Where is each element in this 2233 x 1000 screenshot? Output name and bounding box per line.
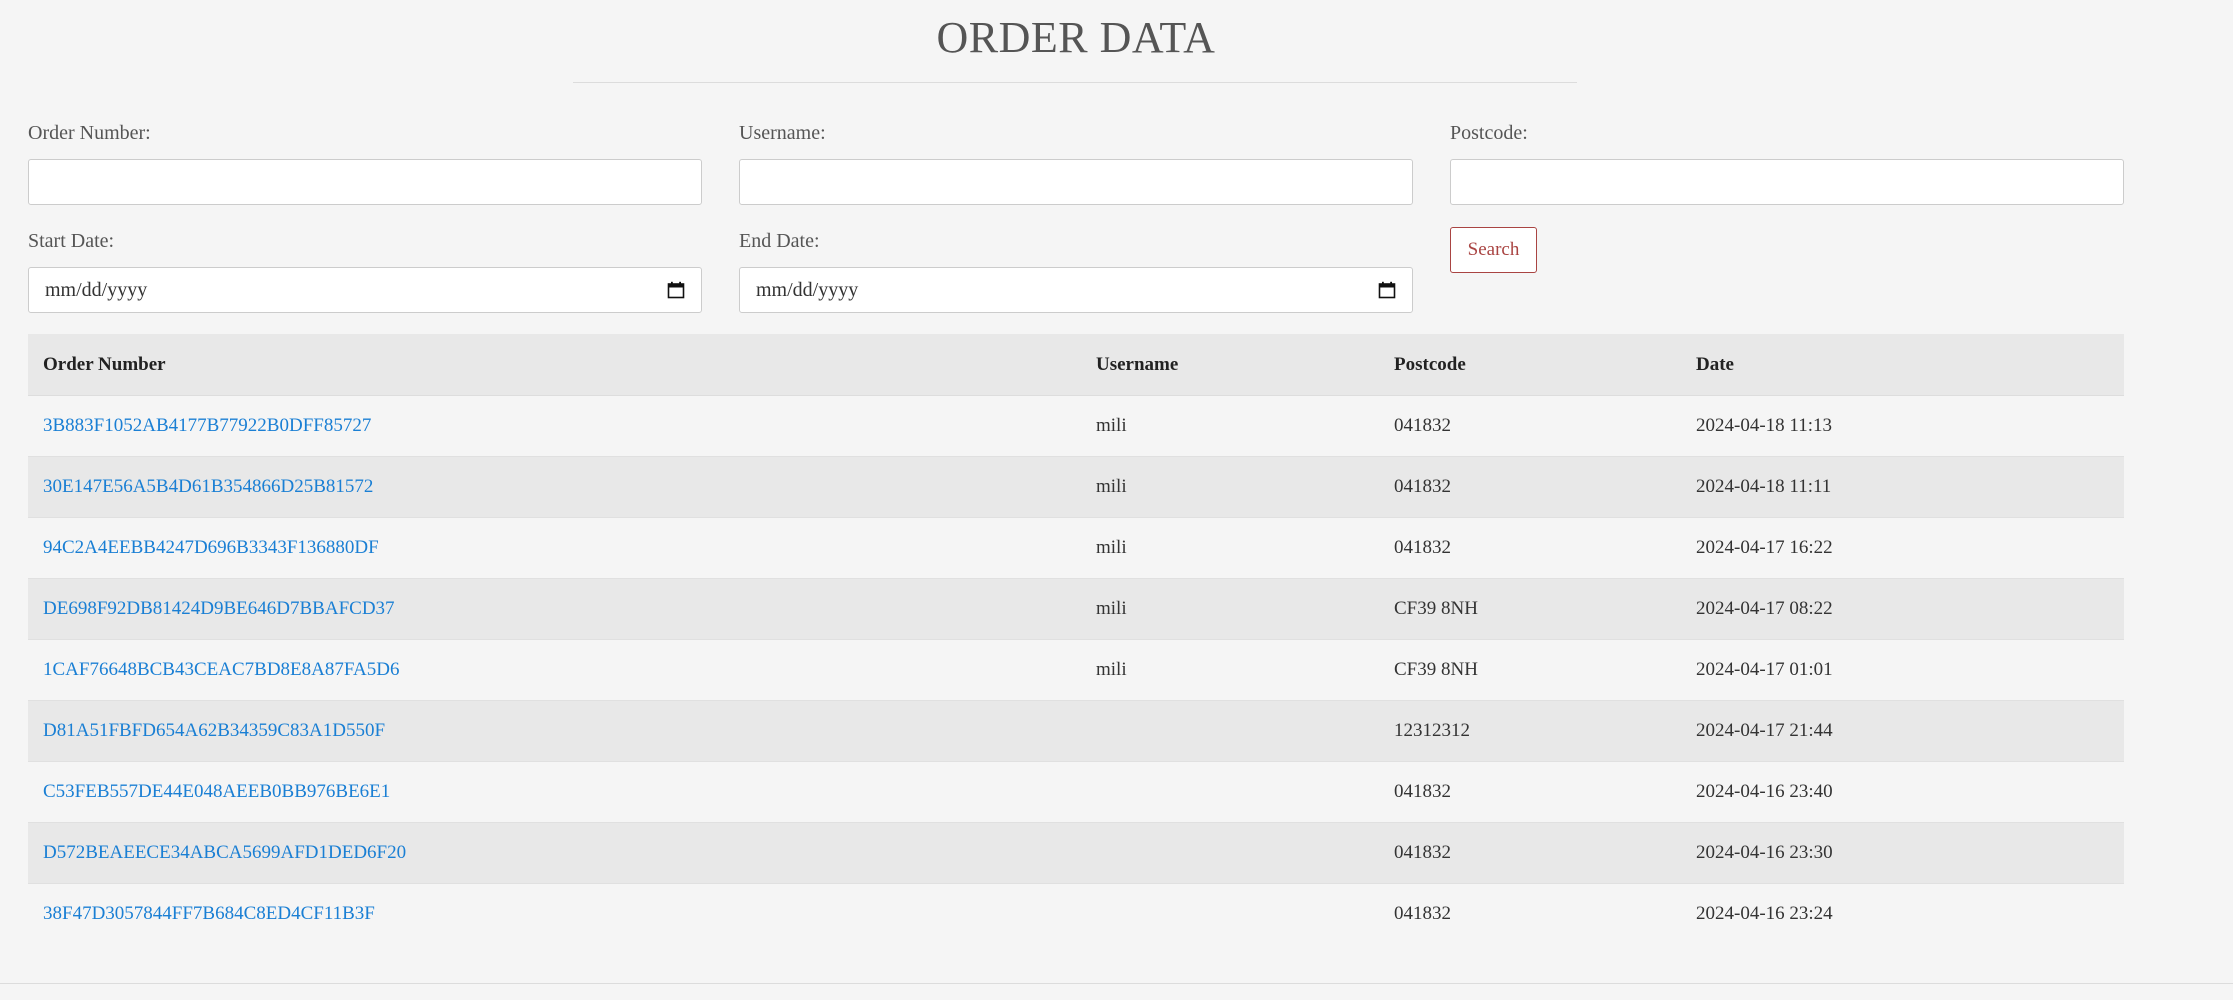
order-link[interactable]: 38F47D3057844FF7B684C8ED4CF11B3F xyxy=(43,903,375,924)
title-divider xyxy=(573,82,1577,83)
postcode-cell: CF39 8NH xyxy=(1379,578,1681,640)
table-header-row: Order Number Username Postcode Date xyxy=(28,334,2124,396)
postcode-cell: 041832 xyxy=(1379,517,1681,579)
date-cell: 2024-04-17 01:01 xyxy=(1681,639,2124,701)
username-cell xyxy=(1081,883,1379,944)
date-cell: 2024-04-16 23:24 xyxy=(1681,883,2124,944)
username-cell: mili xyxy=(1081,578,1379,640)
order-link[interactable]: C53FEB557DE44E048AEEB0BB976BE6E1 xyxy=(43,781,390,802)
date-cell: 2024-04-18 11:11 xyxy=(1681,456,2124,518)
date-cell: 2024-04-17 21:44 xyxy=(1681,700,2124,762)
order-link[interactable]: D572BEAEECE34ABCA5699AFD1DED6F20 xyxy=(43,842,406,863)
order-number-cell: DE698F92DB81424D9BE646D7BBAFCD37 xyxy=(28,578,1081,640)
username-input[interactable] xyxy=(739,159,1413,205)
order-number-cell: 1CAF76648BCB43CEAC7BD8E8A87FA5D6 xyxy=(28,639,1081,701)
order-number-cell: 3B883F1052AB4177B77922B0DFF85727 xyxy=(28,395,1081,457)
postcode-cell: 041832 xyxy=(1379,822,1681,884)
username-cell: mili xyxy=(1081,517,1379,579)
end-date-placeholder: mm/dd/yyyy xyxy=(756,278,859,301)
order-number-cell: 94C2A4EEBB4247D696B3343F136880DF xyxy=(28,517,1081,579)
postcode-label: Postcode: xyxy=(1450,122,1528,144)
end-date-label: End Date: xyxy=(739,230,820,252)
postcode-cell: 041832 xyxy=(1379,456,1681,518)
order-link[interactable]: 1CAF76648BCB43CEAC7BD8E8A87FA5D6 xyxy=(43,659,399,680)
calendar-icon[interactable] xyxy=(667,281,685,299)
postcode-input[interactable] xyxy=(1450,159,2124,205)
order-link[interactable]: D81A51FBFD654A62B34359C83A1D550F xyxy=(43,720,385,741)
date-cell: 2024-04-17 08:22 xyxy=(1681,578,2124,640)
order-link[interactable]: 3B883F1052AB4177B77922B0DFF85727 xyxy=(43,415,371,436)
table-row: 3B883F1052AB4177B77922B0DFF85727 mili 04… xyxy=(28,395,2124,457)
postcode-cell: 12312312 xyxy=(1379,700,1681,762)
postcode-cell: 041832 xyxy=(1379,395,1681,457)
table-row: 38F47D3057844FF7B684C8ED4CF11B3F 041832 … xyxy=(28,883,2124,944)
table-row: D572BEAEECE34ABCA5699AFD1DED6F20 041832 … xyxy=(28,822,2124,884)
order-number-cell: D572BEAEECE34ABCA5699AFD1DED6F20 xyxy=(28,822,1081,884)
order-link[interactable]: 30E147E56A5B4D61B354866D25B81572 xyxy=(43,476,373,497)
order-link[interactable]: 94C2A4EEBB4247D696B3343F136880DF xyxy=(43,537,379,558)
date-cell: 2024-04-18 11:13 xyxy=(1681,395,2124,457)
postcode-cell: CF39 8NH xyxy=(1379,639,1681,701)
start-date-placeholder: mm/dd/yyyy xyxy=(45,278,148,301)
username-label: Username: xyxy=(739,122,826,144)
postcode-cell: 041832 xyxy=(1379,761,1681,823)
username-cell xyxy=(1081,822,1379,884)
calendar-icon[interactable] xyxy=(1378,281,1396,299)
header-postcode[interactable]: Postcode xyxy=(1379,334,1681,396)
username-cell: mili xyxy=(1081,456,1379,518)
order-link[interactable]: DE698F92DB81424D9BE646D7BBAFCD37 xyxy=(43,598,395,619)
orders-table: Order Number Username Postcode Date 3B88… xyxy=(28,334,2124,944)
start-date-input[interactable]: mm/dd/yyyy xyxy=(28,267,702,313)
footer-divider xyxy=(0,983,2233,984)
table-row: 1CAF76648BCB43CEAC7BD8E8A87FA5D6 mili CF… xyxy=(28,639,2124,701)
order-number-input[interactable] xyxy=(28,159,702,205)
header-date[interactable]: Date xyxy=(1681,334,2124,396)
header-order-number[interactable]: Order Number xyxy=(28,334,1081,396)
date-cell: 2024-04-17 16:22 xyxy=(1681,517,2124,579)
table-row: 30E147E56A5B4D61B354866D25B81572 mili 04… xyxy=(28,456,2124,518)
username-cell: mili xyxy=(1081,639,1379,701)
table-row: DE698F92DB81424D9BE646D7BBAFCD37 mili CF… xyxy=(28,578,2124,640)
username-cell: mili xyxy=(1081,395,1379,457)
postcode-cell: 041832 xyxy=(1379,883,1681,944)
end-date-input[interactable]: mm/dd/yyyy xyxy=(739,267,1413,313)
username-cell xyxy=(1081,700,1379,762)
table-row: C53FEB557DE44E048AEEB0BB976BE6E1 041832 … xyxy=(28,761,2124,823)
order-data-page: ORDER DATA Order Number: Username: Postc… xyxy=(0,0,2233,1000)
order-number-cell: D81A51FBFD654A62B34359C83A1D550F xyxy=(28,700,1081,762)
order-number-cell: 30E147E56A5B4D61B354866D25B81572 xyxy=(28,456,1081,518)
order-number-cell: 38F47D3057844FF7B684C8ED4CF11B3F xyxy=(28,883,1081,944)
table-row: D81A51FBFD654A62B34359C83A1D550F 1231231… xyxy=(28,700,2124,762)
date-cell: 2024-04-16 23:30 xyxy=(1681,822,2124,884)
header-username[interactable]: Username xyxy=(1081,334,1379,396)
username-cell xyxy=(1081,761,1379,823)
search-button[interactable]: Search xyxy=(1450,227,1537,273)
order-number-label: Order Number: xyxy=(28,122,151,144)
date-cell: 2024-04-16 23:40 xyxy=(1681,761,2124,823)
page-title: ORDER DATA xyxy=(936,13,1216,62)
order-number-cell: C53FEB557DE44E048AEEB0BB976BE6E1 xyxy=(28,761,1081,823)
table-row: 94C2A4EEBB4247D696B3343F136880DF mili 04… xyxy=(28,517,2124,579)
start-date-label: Start Date: xyxy=(28,230,115,252)
